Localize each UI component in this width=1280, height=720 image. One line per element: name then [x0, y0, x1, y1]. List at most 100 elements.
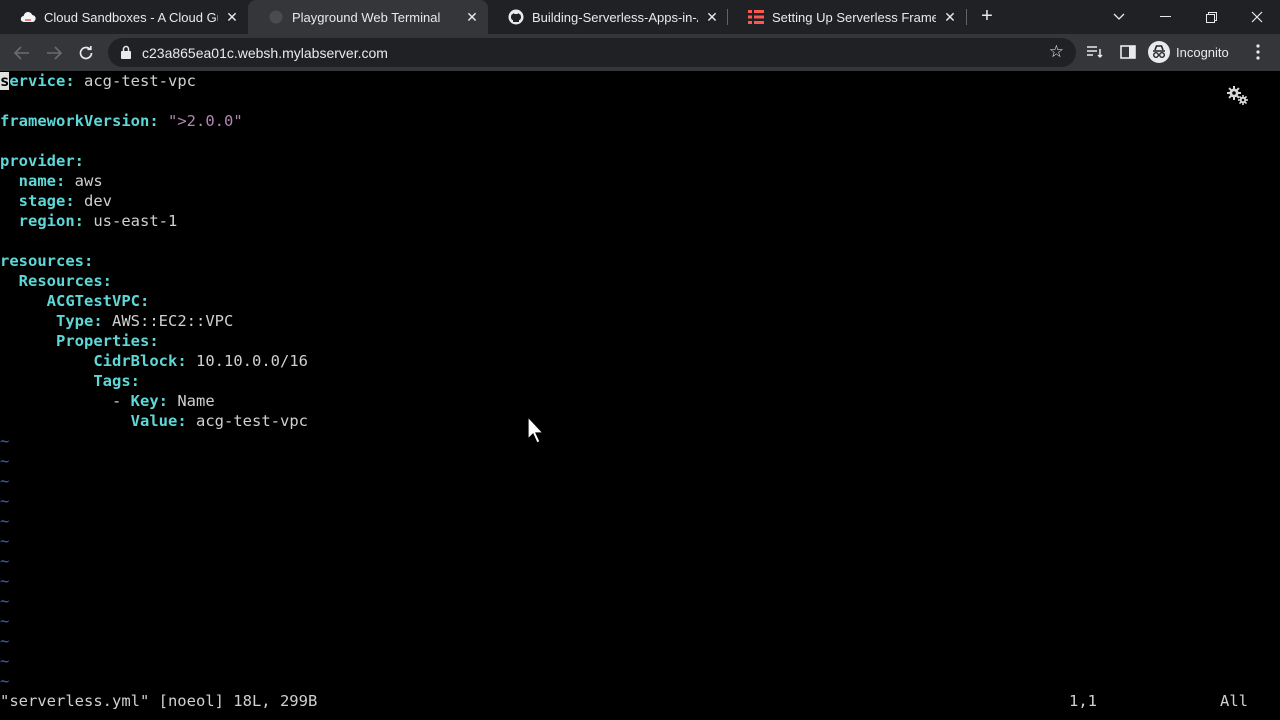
- yaml-key: ervice: [9, 72, 66, 90]
- yaml-value: us-east-1: [84, 212, 178, 230]
- status-cursor-position: 1,1: [1069, 692, 1097, 710]
- tab-search-icon[interactable]: [1096, 0, 1142, 34]
- new-tab-icon[interactable]: +: [976, 6, 998, 28]
- yaml-key: Tags: [93, 372, 131, 390]
- yaml-colon: :: [65, 192, 75, 210]
- menu-kebab-icon[interactable]: [1248, 42, 1268, 62]
- yaml-colon: :: [140, 292, 150, 310]
- code-line: Tags:: [0, 371, 140, 391]
- empty-line-tilde: ~: [0, 632, 10, 650]
- code-line: Value: acg-test-vpc: [0, 411, 308, 431]
- yaml-colon: :: [130, 372, 140, 390]
- settings-gears-icon[interactable]: [1226, 85, 1250, 107]
- close-icon[interactable]: ✕: [704, 9, 720, 25]
- yaml-key: region: [18, 212, 75, 230]
- empty-line-tilde: ~: [0, 432, 10, 450]
- tab-title: Playground Web Terminal: [292, 9, 441, 25]
- reading-list-icon[interactable]: [1085, 42, 1105, 62]
- yaml-colon: :: [177, 412, 187, 430]
- yaml-value: acg-test-vpc: [186, 412, 308, 430]
- yaml-key: Type: [56, 312, 94, 330]
- empty-line-tilde: ~: [0, 652, 10, 670]
- mouse-pointer-icon: [527, 415, 545, 444]
- yaml-colon: :: [56, 172, 66, 190]
- code-line: service: acg-test-vpc: [0, 71, 196, 91]
- yaml-key: frameworkVersion: [0, 112, 150, 130]
- yaml-colon: :: [102, 272, 113, 290]
- empty-line-tilde: ~: [0, 612, 10, 630]
- code-indent: -: [0, 392, 131, 410]
- back-icon[interactable]: [9, 40, 35, 66]
- incognito-icon: [1148, 41, 1170, 63]
- yaml-colon: :: [93, 312, 103, 330]
- code-line: name: aws: [0, 171, 103, 191]
- minimize-icon[interactable]: [1142, 0, 1188, 34]
- code-line: Properties:: [0, 331, 159, 351]
- tab-strip: Cloud Sandboxes - A Cloud Guru ✕ Playgro…: [0, 0, 1280, 34]
- reload-icon[interactable]: [73, 40, 99, 66]
- yaml-value: AWS::EC2::VPC: [102, 312, 234, 330]
- incognito-label: Incognito: [1176, 44, 1229, 60]
- yaml-key: Key: [130, 392, 159, 410]
- code-line: ACGTestVPC:: [0, 291, 150, 311]
- yaml-string: ">2.0.0": [168, 112, 243, 130]
- yaml-key: Value: [130, 412, 178, 430]
- yaml-value: acg-test-vpc: [74, 72, 197, 90]
- tab-cloud-sandboxes[interactable]: Cloud Sandboxes - A Cloud Guru ✕: [0, 0, 248, 34]
- forward-icon[interactable]: [41, 40, 67, 66]
- empty-line-tilde: ~: [0, 672, 10, 690]
- close-icon[interactable]: ✕: [942, 9, 958, 25]
- address-bar[interactable]: c23a865ea01c.websh.mylabserver.com ☆: [108, 38, 1076, 67]
- yaml-key: resources: [0, 252, 84, 270]
- close-icon[interactable]: ✕: [224, 9, 240, 25]
- tab-playground-terminal[interactable]: Playground Web Terminal ✕: [248, 0, 488, 34]
- code-line: frameworkVersion: ">2.0.0": [0, 111, 243, 131]
- yaml-colon: :: [65, 72, 75, 90]
- tab-serverless-framework[interactable]: Setting Up Serverless Framework ✕: [728, 0, 966, 34]
- yaml-key: stage: [18, 192, 66, 210]
- lock-icon[interactable]: [120, 45, 134, 60]
- yaml-colon: :: [74, 212, 85, 230]
- bookmark-star-icon[interactable]: ☆: [1049, 42, 1064, 62]
- github-icon: [508, 9, 524, 25]
- yaml-colon: :: [74, 152, 84, 170]
- code-line: region: us-east-1: [0, 211, 178, 231]
- side-panel-icon[interactable]: [1118, 42, 1138, 62]
- serverless-icon: [748, 9, 764, 25]
- cloud-icon: [20, 9, 36, 25]
- tab-github-repo[interactable]: Building-Serverless-Apps-in-AWS ✕: [488, 0, 728, 34]
- close-window-icon[interactable]: [1234, 0, 1280, 34]
- yaml-colon: :: [84, 252, 94, 270]
- yaml-key: ACGTestVPC: [46, 292, 140, 310]
- code-line: CidrBlock: 10.10.0.0/16: [0, 351, 308, 371]
- yaml-colon: :: [177, 352, 187, 370]
- yaml-colon: :: [149, 112, 159, 130]
- tab-divider: [966, 9, 967, 25]
- browser-toolbar: c23a865ea01c.websh.mylabserver.com ☆ Inc…: [0, 34, 1280, 71]
- code-line: provider:: [0, 151, 84, 171]
- web-terminal[interactable]: service: acg-test-vpc frameworkVersion: "…: [0, 71, 1280, 720]
- url-text: c23a865ea01c.websh.mylabserver.com: [142, 45, 388, 61]
- yaml-key: Properties: [56, 332, 150, 350]
- status-file-info: "serverless.yml" [noeol] 18L, 299B: [0, 692, 318, 710]
- close-icon[interactable]: ✕: [464, 9, 480, 25]
- yaml-value: aws: [65, 172, 103, 190]
- empty-line-tilde: ~: [0, 452, 10, 470]
- empty-line-tilde: ~: [0, 472, 10, 490]
- empty-line-tilde: ~: [0, 552, 10, 570]
- tab-title: Building-Serverless-Apps-in-AWS: [532, 9, 698, 25]
- incognito-profile-button[interactable]: Incognito: [1148, 41, 1229, 63]
- yaml-key: Resources: [18, 272, 103, 290]
- restore-icon[interactable]: [1188, 0, 1234, 34]
- yaml-key: provider: [0, 152, 75, 170]
- empty-line-tilde: ~: [0, 492, 10, 510]
- yaml-colon: :: [149, 332, 159, 350]
- yaml-value: Name: [168, 392, 215, 410]
